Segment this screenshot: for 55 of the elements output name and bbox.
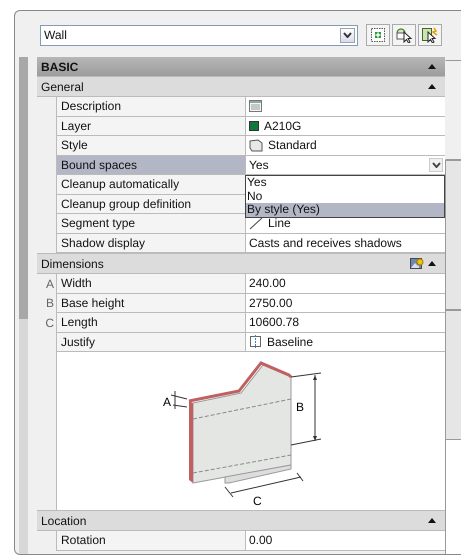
category-title: BASIC: [41, 60, 78, 74]
scrollbar-thumb[interactable]: [19, 57, 28, 319]
section-header[interactable]: General: [37, 76, 445, 97]
property-label[interactable]: Style: [56, 136, 245, 156]
dropdown-option[interactable]: Yes: [246, 176, 444, 190]
scrollbar[interactable]: [19, 57, 28, 554]
toggle-pickadd-button[interactable]: [418, 24, 442, 46]
dimension-letter: A: [46, 276, 54, 291]
property-label[interactable]: Base height: [56, 294, 245, 313]
section-header[interactable]: Dimensions: [37, 253, 445, 274]
property-label[interactable]: Shadow display: [56, 234, 245, 253]
property-label[interactable]: Layer: [56, 116, 245, 136]
property-label[interactable]: Cleanup group definition: [56, 194, 245, 214]
property-value: Baseline: [267, 334, 314, 349]
property-label[interactable]: Justify: [56, 332, 245, 352]
property-value: 10600.78: [249, 315, 300, 330]
dimension-label: C: [253, 494, 262, 507]
dimension-label: A: [163, 395, 172, 409]
dimension-letter: C: [45, 316, 54, 330]
select-objects-button[interactable]: [392, 24, 416, 46]
property-label[interactable]: Length: [56, 313, 245, 332]
collapse-icon[interactable]: [428, 64, 436, 69]
object-type-dropdown[interactable]: Wall: [40, 24, 358, 46]
property-value: Standard: [268, 138, 317, 152]
property-value: Line: [268, 216, 291, 230]
property-label[interactable]: Cleanup automatically: [56, 175, 245, 194]
property-label[interactable]: Width: [56, 274, 245, 294]
caret-icon: [429, 158, 443, 172]
quick-select-button[interactable]: [366, 24, 390, 46]
collapse-icon[interactable]: [428, 518, 436, 523]
dropdown-option[interactable]: By style (Yes): [246, 203, 444, 216]
property-label[interactable]: Rotation: [56, 531, 245, 550]
section-title: Location: [41, 514, 88, 528]
property-label[interactable]: Bound spaces: [56, 156, 245, 175]
property-value: 240.00: [249, 276, 286, 290]
section-title: General: [41, 80, 85, 94]
property-label[interactable]: Description: [56, 97, 245, 116]
property-value: A210G: [264, 118, 302, 133]
dimension-letter: B: [46, 296, 54, 310]
dimension-label: B: [296, 400, 304, 414]
collapse-icon[interactable]: [428, 84, 436, 89]
section-title: Dimensions: [41, 256, 105, 270]
property-value: Casts and receives shadows: [249, 236, 402, 250]
description-editor-icon[interactable]: [249, 100, 262, 112]
dropdown-option[interactable]: No: [246, 190, 444, 203]
category-header[interactable]: BASIC: [37, 57, 445, 76]
collapse-icon[interactable]: [428, 261, 436, 266]
property-value: 0.00: [249, 533, 272, 548]
property-label[interactable]: Segment type: [56, 214, 245, 234]
caret-icon: [340, 28, 355, 42]
wall-style-icon: [249, 138, 263, 152]
justify-baseline-icon: [249, 335, 262, 348]
property-value: 2750.00: [249, 296, 292, 310]
image-bulb-icon[interactable]: [410, 257, 424, 270]
section-header[interactable]: Location: [37, 510, 445, 531]
